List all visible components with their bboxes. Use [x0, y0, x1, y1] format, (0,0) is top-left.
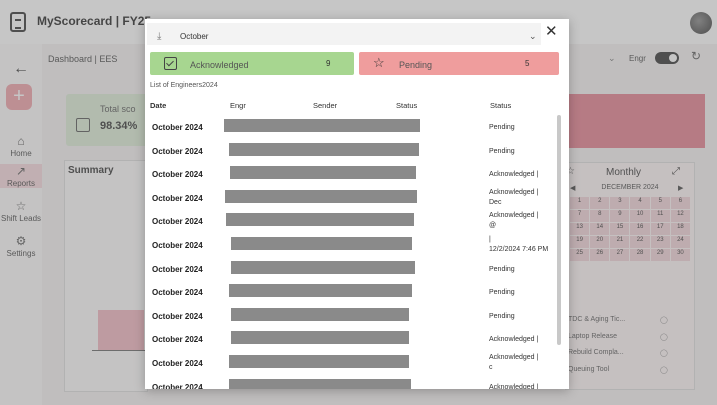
row-status: Acknowledged | c [489, 353, 553, 373]
row-status-line2: @ [489, 222, 497, 230]
row-date: October 2024 [152, 382, 203, 389]
row-status-line2: c [489, 364, 493, 371]
row-status-line1: Acknowledged | [489, 212, 539, 220]
table-row[interactable]: October 2024 Pending [145, 257, 555, 280]
table-row[interactable]: October 2024 Acknowledged | [145, 375, 555, 389]
month-filter-dropdown[interactable]: ⤓ October ⌄ [147, 23, 541, 45]
month-filter-value: October [180, 32, 209, 41]
column-header-sender: Sender [313, 101, 338, 110]
column-header-status-2: Status [490, 101, 512, 110]
row-status-line1: Acknowledged | [489, 336, 539, 344]
pending-label: Pending [399, 60, 433, 70]
close-icon[interactable]: ✕ [545, 23, 558, 41]
row-status: Acknowledged | [489, 335, 553, 345]
row-status: Pending [489, 288, 553, 298]
pending-card[interactable]: ☆ Pending 5 [359, 52, 559, 75]
checkbox-icon [164, 57, 177, 70]
row-date: October 2024 [152, 335, 203, 345]
table-row[interactable]: October 2024 Acknowledged | c [145, 351, 555, 374]
row-status: Pending [489, 123, 553, 133]
row-status-line1: Pending [489, 147, 515, 155]
row-date: October 2024 [152, 288, 203, 298]
column-header-status: Status [396, 101, 418, 110]
row-status-line1: Pending [489, 312, 515, 320]
engineers-status-dialog: ⤓ October ⌄ ✕ Acknowledged 9 ☆ Pending 5… [145, 19, 569, 389]
column-header-engr: Engr [230, 101, 246, 110]
table-row[interactable]: October 2024 Acknowledged | Dec [145, 186, 555, 209]
row-status-line2: 12/2/2024 7:46 PM [489, 246, 549, 253]
acknowledged-card[interactable]: Acknowledged 9 [150, 52, 354, 75]
row-status: Acknowledged | [489, 170, 553, 180]
table-row[interactable]: October 2024 Pending [145, 280, 555, 303]
row-status: Pending [489, 265, 553, 275]
table-row[interactable]: October 2024 Acknowledged | @ [145, 209, 555, 232]
download-icon[interactable]: ⤓ [157, 31, 161, 42]
row-date: October 2024 [152, 241, 203, 250]
redacted-cell [230, 166, 416, 180]
redacted-cell [226, 213, 414, 227]
row-date: October 2024 [152, 217, 203, 227]
row-status-line1: | [489, 236, 491, 243]
redacted-cell [231, 307, 409, 321]
row-status: Acknowledged | @ [489, 211, 553, 231]
chevron-down-icon[interactable]: ⌄ [529, 31, 537, 42]
row-date: October 2024 [152, 170, 203, 180]
table-row[interactable]: October 2024 Pending [145, 304, 555, 327]
row-status-line1: Acknowledged | [489, 383, 539, 389]
pending-count: 5 [525, 59, 530, 68]
row-status-line1: Acknowledged | [489, 354, 539, 361]
table-row[interactable]: October 2024 | 12/2/2024 7:46 PM [145, 233, 555, 256]
column-header-date: Date [150, 101, 167, 110]
row-date: October 2024 [152, 146, 203, 156]
redacted-cell [225, 189, 417, 203]
row-status: Acknowledged | [489, 383, 553, 389]
row-status: | 12/2/2024 7:46 PM [489, 235, 553, 255]
row-status-line2: Dec [489, 198, 502, 206]
row-status: Pending [489, 312, 553, 322]
row-status-line1: Acknowledged | [489, 188, 539, 196]
redacted-cell [224, 119, 420, 132]
row-date: October 2024 [152, 123, 203, 132]
row-date: October 2024 [152, 264, 203, 274]
row-status-line1: Acknowledged | [489, 171, 539, 179]
list-scrollbar[interactable] [557, 115, 561, 345]
row-date: October 2024 [152, 193, 203, 203]
row-date: October 2024 [152, 359, 203, 368]
row-date: October 2024 [152, 311, 203, 321]
redacted-cell [231, 331, 409, 345]
redacted-cell [229, 284, 412, 298]
row-status-line1: Pending [489, 289, 515, 297]
table-row[interactable]: October 2024 Acknowledged | [145, 162, 555, 185]
row-status: Acknowledged | Dec [489, 188, 553, 208]
acknowledged-count: 9 [326, 59, 331, 68]
table-row[interactable]: October 2024 Acknowledged | [145, 327, 555, 350]
acknowledged-label: Acknowledged [190, 60, 249, 70]
row-status-line1: Pending [489, 124, 515, 131]
row-status-line1: Pending [489, 265, 515, 273]
redacted-cell [229, 355, 409, 368]
row-status: Pending [489, 147, 553, 157]
redacted-cell [229, 378, 411, 389]
redacted-cell [229, 142, 419, 156]
redacted-cell [231, 260, 415, 274]
engineers-list: October 2024 Pending October 2024 Pending Oc… [145, 115, 555, 389]
table-row[interactable]: October 2024 Pending [145, 115, 555, 138]
redacted-cell [231, 237, 412, 250]
list-title: List of Engineers2024 [150, 82, 218, 89]
table-row[interactable]: October 2024 Pending [145, 139, 555, 162]
star-icon: ☆ [373, 55, 385, 70]
